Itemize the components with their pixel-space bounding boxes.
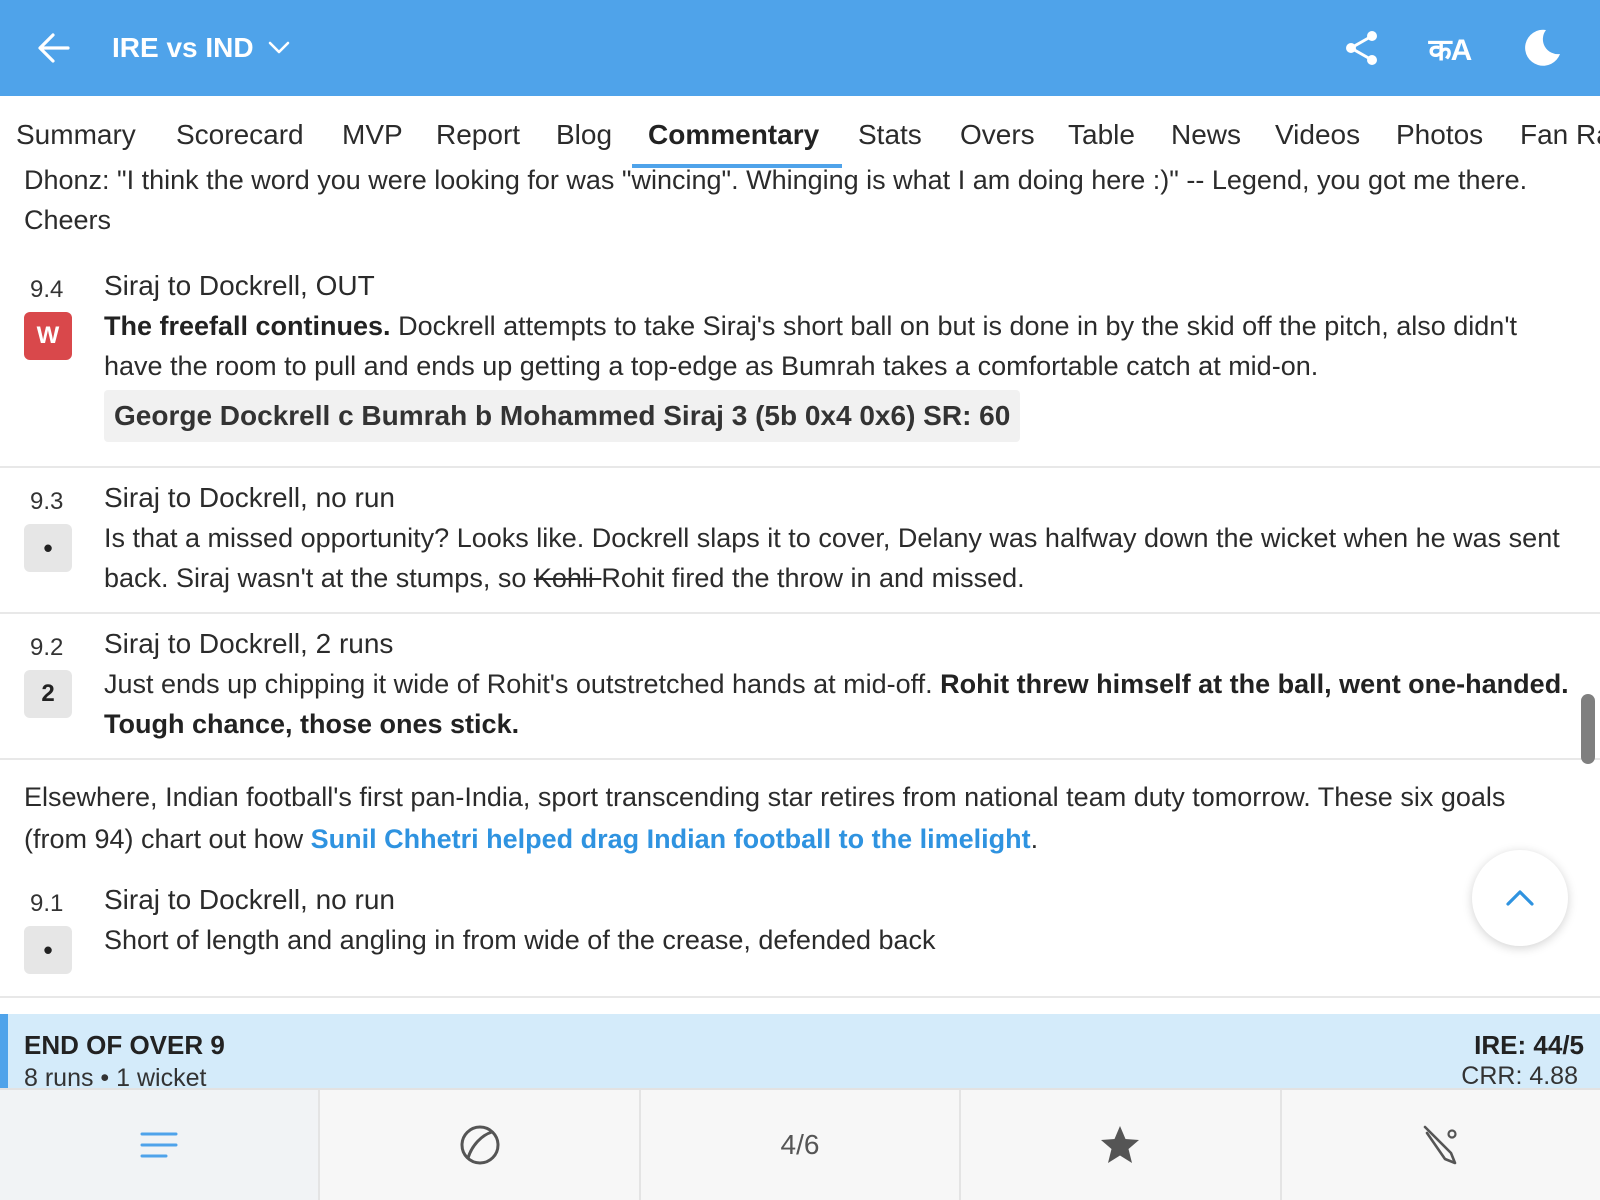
ball-text: Just ends up chipping it wide of Rohit's… [104,669,941,699]
language-icon: कA [1428,33,1473,67]
ball-entry: 9.4 W Siraj to Dockrell, OUT The freefal… [0,268,1600,468]
matches-button[interactable] [1282,1090,1600,1200]
over-summary: 8 runs • 1 wicket [24,1064,207,1088]
ball-text-continued: Rohit fired the throw in and missed. [601,563,1025,593]
tab-news[interactable]: News [1171,96,1241,168]
dark-mode-toggle[interactable] [1518,24,1566,72]
tab-commentary[interactable]: Commentary [648,96,819,168]
article-link[interactable]: Sunil Chhetri helped drag Indian footbal… [311,824,1031,854]
dismissal-summary: George Dockrell c Bumrah b Mohammed Sira… [104,390,1021,442]
ball-icon [460,1125,500,1165]
dot-ball-badge: • [24,926,72,974]
runs-badge: 2 [24,670,72,718]
star-icon [1101,1126,1140,1163]
ball-entry: 9.3 • Siraj to Dockrell, no run Is that … [0,468,1600,614]
end-of-over-title: END OF OVER 9 [24,1030,225,1060]
language-toggle[interactable]: कA [1426,24,1474,72]
ball-entry: 9.1 • Siraj to Dockrell, no run Short of… [0,880,1600,998]
commentary-feed[interactable]: Dhonz: "I think the word you were lookin… [0,168,1600,1088]
page-indicator: 4/6 [780,1129,820,1160]
tab-mvp[interactable]: MVP [342,96,403,168]
ball-headline: Siraj to Dockrell, no run [104,482,396,513]
tab-scorecard[interactable]: Scorecard [176,96,304,168]
back-arrow-icon [38,33,70,63]
struck-text: Kohli [533,563,602,593]
commentary-note: Dhonz: "I think the word you were lookin… [24,168,1528,235]
end-of-over-accent [0,1014,8,1088]
cricket-bat-icon [1423,1125,1457,1165]
end-of-over-summary: END OF OVER 9 8 runs • 1 wicket IRE: 44/… [0,1014,1600,1088]
tab-photos[interactable]: Photos [1396,96,1483,168]
chevron-up-icon [1506,890,1534,906]
ball-entry: 9.2 2 Siraj to Dockrell, 2 runs Just end… [0,614,1600,760]
match-selector[interactable]: IRE vs IND [112,30,290,66]
tab-stats[interactable]: Stats [858,96,922,168]
over-number: 9.2 [30,634,64,661]
note-end: . [1030,824,1039,854]
ball-headline: Siraj to Dockrell, OUT [104,270,375,301]
back-button[interactable] [34,28,74,68]
tab-blog[interactable]: Blog [556,96,612,168]
chevron-down-icon [268,41,290,55]
over-number: 9.1 [30,890,64,917]
over-number: 9.3 [30,488,64,515]
section-tabs: Summary Scorecard MVP Report Blog Commen… [0,96,1600,168]
share-button[interactable] [1338,24,1386,72]
tab-fan-ratings[interactable]: Fan Ra [1520,96,1600,168]
ball-headline: Siraj to Dockrell, no run [104,884,396,915]
tab-overs[interactable]: Overs [960,96,1035,168]
tab-table[interactable]: Table [1068,96,1135,168]
ball-description: Just ends up chipping it wide of Rohit's… [104,664,1574,744]
ball-description: Short of length and angling in from wide… [104,925,936,955]
tab-summary[interactable]: Summary [16,96,136,168]
scroll-to-top-button[interactable] [1472,850,1568,946]
wicket-badge: W [24,312,72,360]
match-title: IRE vs IND [112,32,254,63]
tab-videos[interactable]: Videos [1275,96,1360,168]
moon-icon [1525,29,1560,66]
page-counter[interactable]: 4/6 [641,1090,962,1200]
ball-description: Is that a missed opportunity? Looks like… [104,518,1574,598]
over-number: 9.4 [30,276,64,303]
current-run-rate: CRR: 4.88 [1461,1062,1578,1088]
scrollbar-thumb[interactable] [1581,694,1595,764]
ball-highlight: The freefall continues. [104,311,391,341]
share-icon [1346,31,1377,65]
ball-description: The freefall continues. Dockrell attempt… [104,306,1574,386]
ball-headline: Siraj to Dockrell, 2 runs [104,628,394,659]
menu-icon [140,1132,178,1158]
editorial-note: Elsewhere, Indian football's first pan-I… [24,776,1569,860]
live-ball-button[interactable] [320,1090,641,1200]
favourites-button[interactable] [961,1090,1282,1200]
bottom-navigation: 4/6 [0,1088,1600,1200]
dot-ball-badge: • [24,524,72,572]
team-score: IRE: 44/5 [1474,1030,1584,1060]
app-header: IRE vs IND कA [0,0,1600,96]
menu-button[interactable] [0,1090,321,1200]
tab-report[interactable]: Report [436,96,520,168]
